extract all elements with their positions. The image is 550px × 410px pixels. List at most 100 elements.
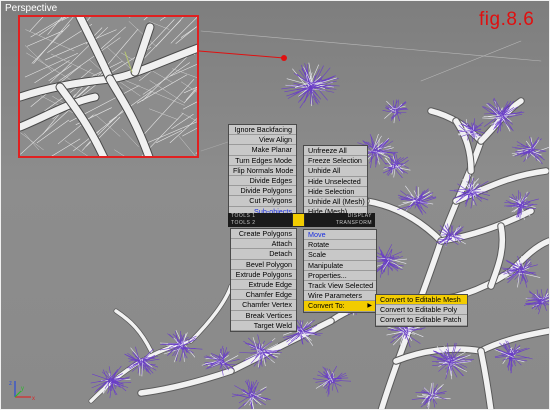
menu-item-move[interactable]: Move (304, 230, 376, 241)
tools1-quadrant: Ignore Backfacing View Align Make Planar Tu… (228, 124, 297, 218)
needle (160, 17, 166, 21)
zoom-inset (18, 15, 199, 158)
foliage-tuft (231, 379, 271, 409)
menu-item-break-vertices[interactable]: Break Vertices (231, 311, 296, 321)
axis-tripod-icon: z x y (9, 381, 35, 402)
needle (170, 17, 197, 44)
menu-item-convert-to-editable-poly[interactable]: Convert to Editable Poly (376, 305, 467, 316)
menu-item-convert-to-editable-mesh[interactable]: Convert to Editable Mesh (376, 295, 467, 306)
figure-label: fig.8.6 (479, 9, 535, 30)
menu-item-target-weld[interactable]: Target Weld (231, 321, 296, 331)
menu-item-unhide-all-mesh[interactable]: Unhide All (Mesh) (304, 197, 367, 208)
needle (180, 26, 197, 38)
menu-item-wire-parameters[interactable]: Wire Parameters (304, 291, 376, 302)
tools2-header: TOOLS 2 (228, 220, 299, 227)
tools2-quadrant: Create Polygons Attach Detach Bevel Polygon… (230, 228, 297, 332)
selected-edge (124, 51, 133, 73)
foliage-tuft (382, 99, 409, 124)
menu-item-scale[interactable]: Scale (304, 250, 376, 261)
menu-item-view-align[interactable]: View Align (229, 135, 296, 146)
foliage-tuft (281, 62, 340, 109)
guide-line (200, 30, 542, 62)
menu-item-divide-edges[interactable]: Divide Edges (229, 176, 296, 187)
menu-item-unfreeze-all[interactable]: Unfreeze All (304, 146, 367, 157)
menu-item-convert-to[interactable]: ▶ Convert To: (304, 301, 376, 312)
needle (122, 79, 185, 106)
inset-branch (106, 75, 153, 156)
menu-item-convert-to-editable-patch[interactable]: Convert to Editable Patch (376, 315, 467, 326)
needle (156, 130, 183, 144)
display-header: DISPLAY (301, 213, 375, 220)
convert-to-submenu: Convert to Editable Mesh Convert to Edita… (375, 294, 468, 327)
needle (24, 133, 40, 151)
foliage-tuft (312, 365, 351, 397)
needle (149, 80, 185, 104)
needle (185, 86, 197, 101)
viewport-label[interactable]: Perspective (5, 3, 57, 14)
needle (50, 53, 98, 76)
quad-center-handle[interactable] (292, 213, 305, 227)
menu-item-ignore-backfacing[interactable]: Ignore Backfacing (229, 125, 296, 136)
axis-y-label: y (21, 386, 24, 392)
menu-item-freeze-selection[interactable]: Freeze Selection (304, 156, 367, 167)
branch (393, 346, 484, 364)
needle (195, 152, 197, 154)
branch-outline (113, 308, 154, 354)
submenu-arrow-icon: ▶ (367, 303, 372, 310)
callout-dot (281, 55, 287, 61)
needle (30, 17, 66, 38)
needle (155, 17, 184, 47)
menu-item-create-polygons[interactable]: Create Polygons (231, 229, 296, 240)
needle (183, 86, 197, 94)
needle (143, 17, 148, 21)
menu-item-track-view-selected[interactable]: Track View Selected (304, 281, 376, 292)
menu-item-flip-normals-mode[interactable]: Flip Normals Mode (229, 166, 296, 176)
menu-item-manipulate[interactable]: Manipulate (304, 261, 376, 271)
menu-item-hide-unselected[interactable]: Hide Unselected (304, 177, 367, 187)
needle (64, 140, 88, 156)
menu-item-cut-polygons[interactable]: Cut Polygons (229, 196, 296, 207)
perspective-viewport[interactable]: Perspective fig.8.6 z x y Ignore Backfac… (0, 0, 550, 410)
inset-detail (20, 17, 197, 156)
foliage-tuft (523, 288, 549, 315)
foliage-tuft (504, 190, 539, 220)
foliage-tuft (124, 346, 160, 377)
menu-item-bevel-polygon[interactable]: Bevel Polygon (231, 260, 296, 270)
axis-z-label: z (9, 381, 12, 387)
menu-item-chamfer-edge[interactable]: Chamfer Edge (231, 290, 296, 301)
foliage-tuft (411, 382, 451, 409)
menu-item-chamfer-vertex[interactable]: Chamfer Vertex (231, 300, 296, 311)
needle (136, 74, 188, 104)
menu-item-divide-polygons[interactable]: Divide Polygons (229, 186, 296, 197)
needle (149, 108, 179, 120)
menu-item-label: Convert To: (308, 301, 345, 311)
menu-item-rotate[interactable]: Rotate (304, 240, 376, 251)
tools1-header: TOOLS 1 (228, 213, 299, 220)
transform-header: TRANSFORM (301, 220, 375, 227)
callout-line (198, 50, 285, 59)
branch (378, 138, 484, 409)
menu-item-attach[interactable]: Attach (231, 239, 296, 250)
needle (20, 132, 44, 151)
transform-quadrant: Move Rotate Scale Manipulate Properties... Tr… (303, 229, 377, 313)
needle (29, 17, 44, 32)
guide-line (420, 40, 522, 82)
menu-item-turn-edges-mode[interactable]: Turn Edges Mode (229, 156, 296, 166)
menu-item-extrude-polygons[interactable]: Extrude Polygons (231, 270, 296, 280)
menu-item-extrude-edge[interactable]: Extrude Edge (231, 280, 296, 291)
menu-item-unhide-all[interactable]: Unhide All (304, 166, 367, 177)
foliage-tuft (500, 255, 541, 288)
needle (178, 136, 196, 156)
menu-item-make-planar[interactable]: Make Planar (229, 145, 296, 156)
display-quadrant: Unfreeze All Freeze Selection Unhide All Hi… (303, 145, 368, 219)
axis-x-label: x (32, 396, 35, 402)
needle (51, 138, 81, 156)
branch-outline (362, 197, 445, 245)
menu-item-hide-selection[interactable]: Hide Selection (304, 187, 367, 197)
foliage-tuft (511, 136, 549, 165)
menu-item-properties[interactable]: Properties... (304, 271, 376, 281)
menu-item-detach[interactable]: Detach (231, 249, 296, 260)
branch (508, 238, 549, 274)
foliage-tuft (382, 152, 411, 179)
needle (181, 81, 197, 93)
